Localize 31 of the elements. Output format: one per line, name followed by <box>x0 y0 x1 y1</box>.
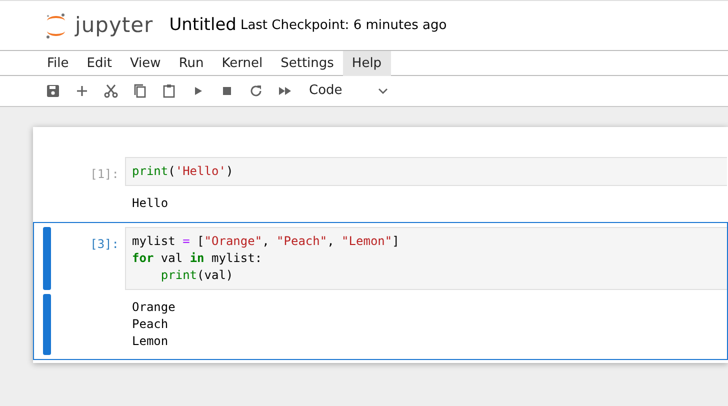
menu-item[interactable]: Run <box>170 51 213 76</box>
menu-item[interactable]: File <box>38 51 78 76</box>
logo-icon <box>45 12 67 40</box>
code-input[interactable]: mylist = ["Orange", "Peach", "Lemon"] for val in mylist: print(val) <box>125 227 727 290</box>
cell-type-dropdown[interactable]: Code <box>303 79 393 103</box>
chevron-down-icon <box>377 87 389 95</box>
output-line: Peach <box>132 316 170 333</box>
copy-icon <box>132 83 148 99</box>
clipboard-icon <box>160 83 176 99</box>
menu-item[interactable]: Kernel <box>212 51 272 76</box>
scissors-icon <box>102 83 118 99</box>
output-line: Lemon <box>132 333 170 350</box>
logo-text: jupyter <box>75 12 154 39</box>
code-cell[interactable]: [3]: mylist = ["Orange", "Peach", "Lemon"] for val in mylist: print(val) Orange Peach Lemon <box>33 222 728 360</box>
refresh-icon <box>248 83 264 99</box>
output-line: Orange <box>132 299 176 316</box>
save-icon <box>44 83 60 99</box>
code-input[interactable]: print('Hello') <box>125 157 727 186</box>
cell-prompt: [1]: <box>89 166 120 183</box>
code-line: print(val) <box>160 267 234 284</box>
code-line: for val in mylist: <box>132 250 264 267</box>
code-line: mylist = ["Orange", "Peach", "Lemon"] <box>132 233 400 250</box>
menu-item[interactable]: Help <box>342 51 391 76</box>
notebook-title[interactable]: Untitled <box>169 12 236 38</box>
checkpoint-text: Last Checkpoint: 6 minutes ago <box>240 16 447 35</box>
code-line: print('Hello') <box>132 163 234 180</box>
menu-item[interactable]: View <box>120 51 170 76</box>
output-line: Hello <box>132 195 168 212</box>
cell-prompt: [3]: <box>89 236 120 253</box>
menu-item[interactable]: Settings <box>272 51 343 76</box>
menu-item[interactable]: Edit <box>78 51 121 76</box>
